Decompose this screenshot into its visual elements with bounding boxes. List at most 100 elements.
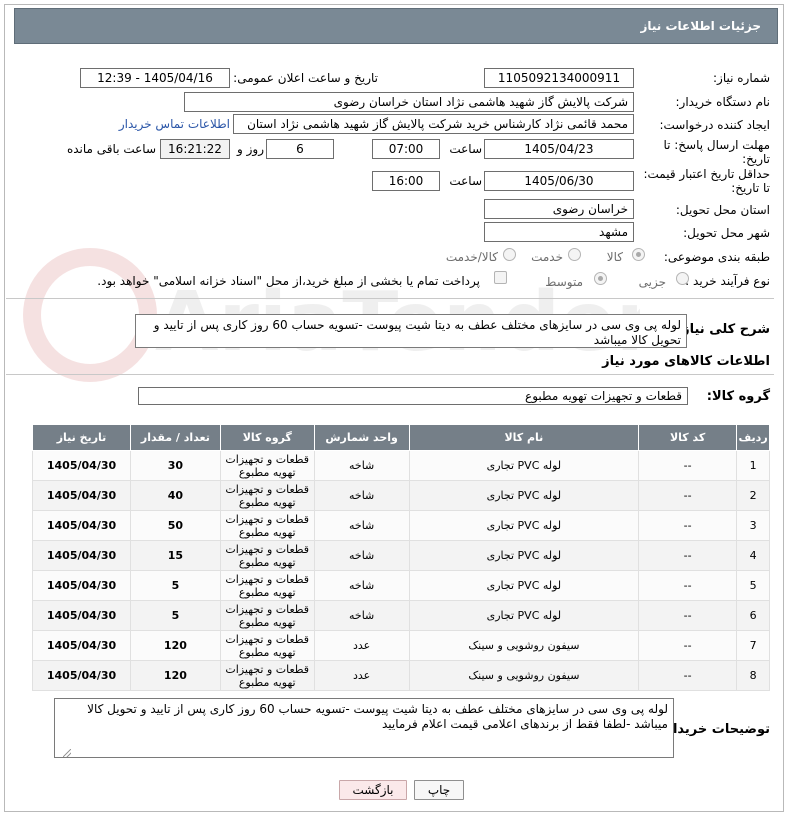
table-row: 5 -- لوله PVC تجاری شاخه قطعات و تجهیزات… bbox=[31, 570, 770, 601]
cell-group: قطعات و تجهیزات تهویه مطبوع bbox=[219, 480, 315, 511]
cell-item-name: لوله PVC تجاری bbox=[408, 570, 640, 601]
summary-textarea[interactable]: لوله پی وی سی در سایزهای مختلف عطف به دی… bbox=[135, 314, 687, 348]
col-header-row-number: ردیف bbox=[736, 424, 770, 451]
cell-item-name: سیفون روشویی و سینک bbox=[408, 660, 640, 691]
days-label: روز و bbox=[237, 142, 264, 156]
delivery-province-label: استان محل تحویل: bbox=[675, 203, 770, 217]
cell-item-name: لوله PVC تجاری bbox=[408, 510, 640, 541]
table-row: 3 -- لوله PVC تجاری شاخه قطعات و تجهیزات… bbox=[31, 510, 770, 541]
need-number-field: 1105092134000911 bbox=[484, 68, 634, 88]
cell-item-code: -- bbox=[638, 480, 738, 511]
separator bbox=[6, 374, 774, 375]
category-radio-service[interactable] bbox=[568, 248, 581, 261]
need-number-label: شماره نیاز: bbox=[713, 71, 770, 85]
cell-item-name: لوله PVC تجاری bbox=[408, 540, 640, 571]
price-validity-time-field: 16:00 bbox=[372, 171, 440, 191]
cell-unit: عدد bbox=[313, 660, 410, 691]
cell-item-code: -- bbox=[638, 660, 738, 691]
reply-deadline-label-2: تاریخ: bbox=[742, 152, 770, 166]
process-radio-medium[interactable] bbox=[594, 272, 607, 285]
cell-group: قطعات و تجهیزات تهویه مطبوع bbox=[219, 540, 315, 571]
cell-item-code: -- bbox=[638, 540, 738, 571]
cell-need-date: 1405/04/30 bbox=[31, 660, 132, 691]
col-header-item-name: نام کالا bbox=[408, 424, 640, 451]
delivery-city-label: شهر محل تحویل: bbox=[683, 226, 770, 240]
category-option-both: کالا/خدمت bbox=[445, 250, 498, 264]
table-header-row: ردیف کد کالا نام کالا واحد شمارش گروه کا… bbox=[31, 424, 770, 451]
category-radio-both[interactable] bbox=[503, 248, 516, 261]
separator bbox=[6, 298, 774, 299]
cell-need-date: 1405/04/30 bbox=[31, 600, 132, 631]
price-validity-time-label: ساعت bbox=[449, 174, 482, 188]
cell-unit: شاخه bbox=[313, 510, 410, 541]
cell-item-code: -- bbox=[638, 510, 738, 541]
buyer-org-label: نام دستگاه خریدار: bbox=[675, 95, 771, 109]
reply-time-field: 07:00 bbox=[372, 139, 440, 159]
cell-quantity: 5 bbox=[130, 570, 221, 601]
cell-row-number: 8 bbox=[736, 660, 770, 691]
treasury-payment-checkbox[interactable] bbox=[494, 271, 507, 284]
cell-group: قطعات و تجهیزات تهویه مطبوع bbox=[219, 660, 315, 691]
cell-row-number: 7 bbox=[736, 630, 770, 661]
cell-unit: عدد bbox=[313, 630, 410, 661]
cell-group: قطعات و تجهیزات تهویه مطبوع bbox=[219, 570, 315, 601]
buyer-notes-textarea[interactable]: لوله پی وی سی در سایزهای مختلف عطف به دی… bbox=[54, 698, 674, 758]
goods-group-label: گروه کالا: bbox=[706, 389, 770, 404]
cell-quantity: 120 bbox=[130, 630, 221, 661]
cell-need-date: 1405/04/30 bbox=[31, 450, 132, 481]
print-button[interactable]: چاپ bbox=[414, 780, 464, 800]
col-header-quantity: تعداد / مقدار bbox=[130, 424, 221, 451]
buyer-contact-link[interactable]: اطلاعات تماس خریدار bbox=[119, 117, 230, 131]
days-remaining-field: 6 bbox=[266, 139, 334, 159]
cell-quantity: 120 bbox=[130, 660, 221, 691]
cell-item-code: -- bbox=[638, 630, 738, 661]
price-validity-label-2: تا تاریخ: bbox=[731, 181, 770, 195]
table-row: 2 -- لوله PVC تجاری شاخه قطعات و تجهیزات… bbox=[31, 480, 770, 511]
resize-grip-icon[interactable] bbox=[63, 749, 71, 757]
cell-quantity: 50 bbox=[130, 510, 221, 541]
category-option-service: خدمت bbox=[531, 250, 563, 264]
goods-section-title: اطلاعات کالاهای مورد نیاز bbox=[602, 354, 770, 369]
table-row: 6 -- لوله PVC تجاری شاخه قطعات و تجهیزات… bbox=[31, 600, 770, 631]
col-header-group: گروه کالا bbox=[219, 424, 315, 451]
cell-item-name: لوله PVC تجاری bbox=[408, 480, 640, 511]
cell-group: قطعات و تجهیزات تهویه مطبوع bbox=[219, 450, 315, 481]
cell-unit: شاخه bbox=[313, 480, 410, 511]
treasury-payment-note: پرداخت تمام یا بخشی از مبلغ خرید،از محل … bbox=[97, 274, 480, 288]
cell-need-date: 1405/04/30 bbox=[31, 570, 132, 601]
cell-row-number: 2 bbox=[736, 480, 770, 511]
back-button[interactable]: بازگشت bbox=[339, 780, 407, 800]
cell-need-date: 1405/04/30 bbox=[31, 630, 132, 661]
cell-group: قطعات و تجهیزات تهویه مطبوع bbox=[219, 630, 315, 661]
cell-unit: شاخه bbox=[313, 600, 410, 631]
cell-group: قطعات و تجهیزات تهویه مطبوع bbox=[219, 600, 315, 631]
cell-item-name: سیفون روشویی و سینک bbox=[408, 630, 640, 661]
cell-item-code: -- bbox=[638, 570, 738, 601]
col-header-unit: واحد شمارش bbox=[313, 424, 410, 451]
price-validity-label: حداقل تاریخ اعتبار قیمت: bbox=[643, 167, 770, 181]
summary-label: شرح کلی نیاز: bbox=[676, 322, 770, 337]
reply-deadline-label: مهلت ارسال پاسخ: تا bbox=[663, 138, 770, 152]
announce-datetime-field: 1405/04/16 - 12:39 bbox=[80, 68, 230, 88]
cell-row-number: 4 bbox=[736, 540, 770, 571]
cell-need-date: 1405/04/30 bbox=[31, 480, 132, 511]
cell-row-number: 5 bbox=[736, 570, 770, 601]
category-option-goods: کالا bbox=[606, 250, 623, 264]
process-radio-minor[interactable] bbox=[676, 272, 689, 285]
page-title: جزئیات اطلاعات نیاز bbox=[14, 8, 778, 44]
requester-field: محمد قائمی نژاد کارشناس خرید شرکت پالایش… bbox=[233, 114, 634, 134]
cell-row-number: 3 bbox=[736, 510, 770, 541]
cell-quantity: 5 bbox=[130, 600, 221, 631]
delivery-province-field: خراسان رضوی bbox=[484, 199, 634, 219]
cell-item-name: لوله PVC تجاری bbox=[408, 450, 640, 481]
cell-group: قطعات و تجهیزات تهویه مطبوع bbox=[219, 510, 315, 541]
cell-need-date: 1405/04/30 bbox=[31, 540, 132, 571]
category-radio-goods[interactable] bbox=[632, 248, 645, 261]
process-option-minor: جزیی bbox=[638, 275, 666, 289]
col-header-need-date: تاریخ نیاز bbox=[31, 424, 132, 451]
announce-datetime-label: تاریخ و ساعت اعلان عمومی: bbox=[233, 71, 378, 85]
table-row: 8 -- سیفون روشویی و سینک عدد قطعات و تجه… bbox=[31, 660, 770, 691]
table-row: 7 -- سیفون روشویی و سینک عدد قطعات و تجه… bbox=[31, 630, 770, 661]
cell-quantity: 40 bbox=[130, 480, 221, 511]
table-row: 4 -- لوله PVC تجاری شاخه قطعات و تجهیزات… bbox=[31, 540, 770, 571]
